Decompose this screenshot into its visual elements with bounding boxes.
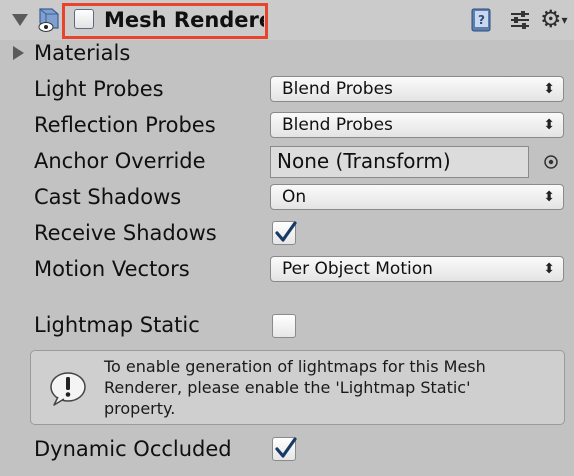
dropdown-arrow-icon: ⬍	[543, 117, 555, 133]
reflection-probes-label: Reflection Probes	[34, 113, 216, 137]
component-title: Mesh Renderer	[104, 8, 264, 32]
materials-label[interactable]: Materials	[34, 39, 130, 67]
dynamic-occluded-label: Dynamic Occluded	[34, 437, 232, 461]
cast-shadows-label: Cast Shadows	[34, 185, 182, 209]
reflection-probes-value: Blend Probes	[282, 115, 393, 135]
lightmap-static-checkbox[interactable]	[272, 314, 296, 338]
materials-fold-icon[interactable]	[13, 46, 24, 60]
light-probes-label: Light Probes	[34, 77, 164, 101]
info-icon	[46, 370, 88, 408]
mesh-renderer-icon	[36, 6, 62, 34]
lightmap-help-text: To enable generation of lightmaps for th…	[104, 357, 486, 418]
checkmark-icon	[275, 221, 297, 242]
receive-shadows-checkbox[interactable]	[272, 221, 297, 245]
fold-arrow-icon[interactable]	[12, 14, 28, 26]
cast-shadows-dropdown[interactable]: On ⬍	[270, 184, 564, 210]
receive-shadows-label: Receive Shadows	[34, 221, 217, 245]
anchor-override-field[interactable]: None (Transform)	[270, 146, 529, 178]
component-enabled-checkbox[interactable]	[74, 9, 94, 29]
checkmark-icon	[275, 437, 297, 458]
preset-icon[interactable]	[508, 8, 532, 32]
reflection-probes-dropdown[interactable]: Blend Probes ⬍	[270, 112, 564, 138]
lightmap-static-label: Lightmap Static	[34, 313, 200, 337]
dropdown-arrow-icon: ⬍	[543, 261, 555, 277]
motion-vectors-value: Per Object Motion	[282, 259, 433, 279]
object-picker-icon[interactable]	[540, 151, 562, 173]
dropdown-arrow-icon: ⬍	[543, 189, 555, 205]
light-probes-value: Blend Probes	[282, 79, 393, 99]
gear-icon[interactable]: ⚙▾	[540, 6, 574, 32]
motion-vectors-dropdown[interactable]: Per Object Motion ⬍	[270, 256, 564, 282]
dynamic-occluded-checkbox[interactable]	[272, 437, 297, 461]
anchor-override-label: Anchor Override	[34, 149, 206, 173]
svg-text:?: ?	[478, 13, 485, 27]
motion-vectors-label: Motion Vectors	[34, 257, 190, 281]
help-icon[interactable]: ?	[470, 8, 494, 32]
dropdown-arrow-icon: ⬍	[543, 81, 555, 97]
cast-shadows-value: On	[282, 187, 307, 207]
light-probes-dropdown[interactable]: Blend Probes ⬍	[270, 76, 564, 102]
